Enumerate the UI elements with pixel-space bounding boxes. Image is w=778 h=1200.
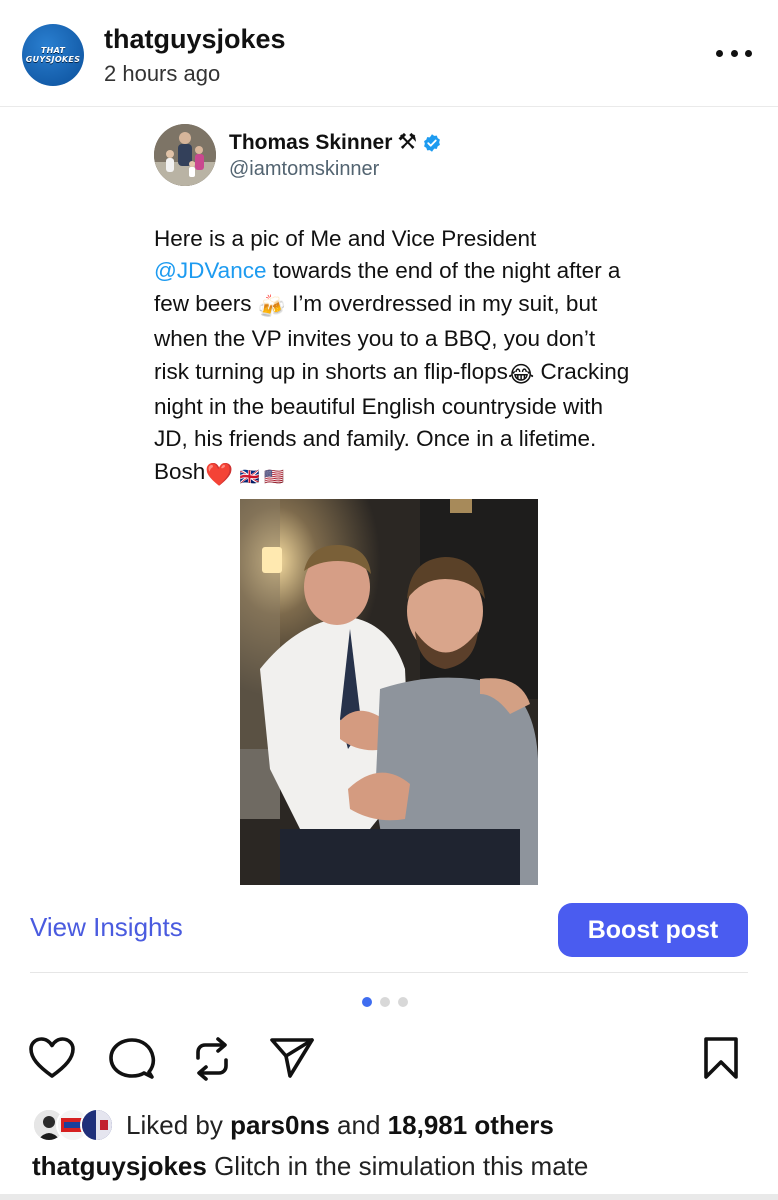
post-timestamp: 2 hours ago [104,61,221,86]
repost-icon[interactable] [190,1036,234,1082]
likes-summary: Liked by pars0ns and 18,981 others [126,1110,554,1141]
likes-count-link[interactable]: 18,981 others [388,1110,554,1140]
carousel-dot [380,997,390,1007]
liker-avatar [80,1108,114,1142]
post-username[interactable]: thatguysjokes [104,24,286,55]
caption-username[interactable]: thatguysjokes [32,1151,207,1181]
carousel-dot [398,997,408,1007]
tweet-author-name: Thomas Skinner ⚒ [229,130,442,155]
header-divider [0,106,778,107]
tweet-photo[interactable] [240,499,538,885]
flags-emoji-icon: 🇬🇧 🇺🇸 [239,468,284,486]
insights-divider [30,972,748,973]
hammer-pick-icon: ⚒ [397,130,418,155]
liked-by-label: Liked by [126,1109,223,1140]
mention-link[interactable]: @JDVance [154,258,266,283]
bottom-divider [0,1194,778,1200]
bookmark-icon[interactable] [701,1036,741,1080]
post-caption: thatguysjokes Glitch in the simulation t… [32,1151,588,1182]
view-insights-link[interactable]: View Insights [30,912,183,943]
and-label: and [337,1109,381,1140]
tweet-text: Here is a pic of Me and Vice President @… [154,223,634,494]
avatar-text-line2: GUYSJOKES [25,55,81,64]
boost-post-button[interactable]: Boost post [558,903,748,957]
more-options-icon[interactable] [716,38,752,68]
beers-emoji-icon: 🍻 [257,293,286,319]
first-liker-username[interactable]: pars0ns [230,1110,330,1140]
tweet-author-avatar [154,124,216,186]
laughing-emoji-icon: 😂 [507,361,535,387]
carousel-indicator [362,997,408,1007]
avatar-text-line1: THAT [40,46,66,55]
tweet-text-part: Here is a pic of Me and Vice President [154,226,537,251]
share-send-icon[interactable] [268,1036,316,1080]
verified-badge-icon [424,133,441,152]
caption-text: Glitch in the simulation this mate [214,1151,589,1181]
comment-bubble-icon[interactable] [108,1036,156,1082]
like-heart-icon[interactable] [28,1036,76,1080]
likes-row[interactable]: Liked by pars0ns and 18,981 others [32,1105,554,1145]
red-heart-emoji-icon: ❤️ [205,461,234,487]
tweet-display-name: Thomas Skinner [229,130,393,154]
carousel-dot-active [362,997,372,1007]
tweet-author-handle: @iamtomskinner [229,158,380,180]
account-avatar[interactable]: THAT GUYSJOKES [22,24,84,86]
